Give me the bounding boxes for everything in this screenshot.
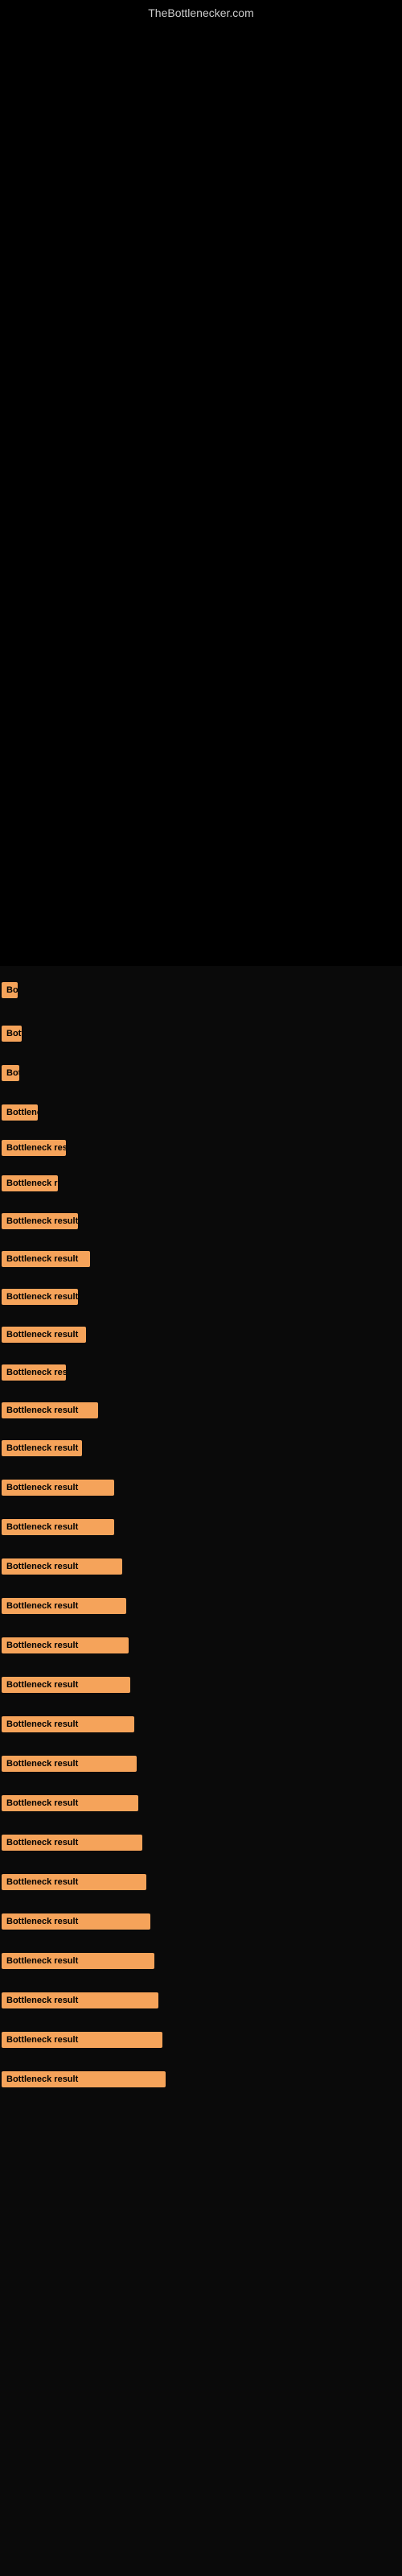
result-item: Bottleneck result <box>0 1026 402 1049</box>
bottleneck-result-badge[interactable]: Bottleneck result <box>2 2032 162 2048</box>
bottleneck-result-badge[interactable]: Bottleneck result <box>2 1104 38 1121</box>
bottleneck-result-badge[interactable]: Bottleneck result <box>2 1637 129 1653</box>
bottleneck-result-badge[interactable]: Bottleneck result <box>2 2071 166 2087</box>
bottleneck-result-badge[interactable]: Bottleneck result <box>2 1065 19 1081</box>
result-item: Bottleneck result <box>0 1213 402 1236</box>
bottleneck-result-badge[interactable]: Bottleneck result <box>2 1213 78 1229</box>
bottleneck-result-badge[interactable]: Bottleneck result <box>2 1874 146 1890</box>
header-region: TheBottlenecker.com <box>0 0 402 966</box>
bottleneck-result-badge[interactable]: Bottleneck result <box>2 1558 122 1575</box>
bottleneck-result-badge[interactable]: Bottleneck result <box>2 1953 154 1969</box>
result-item: Bottleneck result <box>0 1795 402 1818</box>
bottleneck-result-badge[interactable]: Bottleneck result <box>2 982 18 998</box>
bottleneck-result-badge[interactable]: Bottleneck result <box>2 1026 22 1042</box>
result-item: Bottleneck result <box>0 1598 402 1621</box>
result-item: Bottleneck result <box>0 1364 402 1388</box>
bottleneck-result-badge[interactable]: Bottleneck result <box>2 1251 90 1267</box>
result-item: Bottleneck result <box>0 1874 402 1897</box>
result-item: Bottleneck result <box>0 1440 402 1463</box>
bottleneck-result-badge[interactable]: Bottleneck result <box>2 1175 58 1191</box>
bottleneck-result-badge[interactable]: Bottleneck result <box>2 1795 138 1811</box>
bottleneck-result-badge[interactable]: Bottleneck result <box>2 1913 150 1930</box>
result-item: Bottleneck result <box>0 1065 402 1088</box>
result-item: Bottleneck result <box>0 1716 402 1740</box>
bottleneck-result-badge[interactable]: Bottleneck result <box>2 1519 114 1535</box>
result-item: Bottleneck result <box>0 1953 402 1976</box>
bottleneck-result-badge[interactable]: Bottleneck result <box>2 1364 66 1381</box>
bottleneck-result-badge[interactable]: Bottleneck result <box>2 1440 82 1456</box>
result-item: Bottleneck result <box>0 1756 402 1779</box>
result-item: Bottleneck result <box>0 1289 402 1312</box>
site-title: TheBottlenecker.com <box>148 6 254 19</box>
result-item: Bottleneck result <box>0 1913 402 1937</box>
result-item: Bottleneck result <box>0 1992 402 2016</box>
result-item: Bottleneck result <box>0 2032 402 2055</box>
bottleneck-result-badge[interactable]: Bottleneck result <box>2 1835 142 1851</box>
bottleneck-result-badge[interactable]: Bottleneck result <box>2 1480 114 1496</box>
result-item: Bottleneck result <box>0 1251 402 1274</box>
result-item: Bottleneck result <box>0 1402 402 1426</box>
bottleneck-result-badge[interactable]: Bottleneck result <box>2 1716 134 1732</box>
result-item: Bottleneck result <box>0 982 402 1005</box>
bottleneck-result-badge[interactable]: Bottleneck result <box>2 1598 126 1614</box>
result-item: Bottleneck result <box>0 1558 402 1582</box>
bottleneck-result-badge[interactable]: Bottleneck result <box>2 1327 86 1343</box>
result-item: Bottleneck result <box>0 1140 402 1163</box>
bottleneck-result-badge[interactable]: Bottleneck result <box>2 1140 66 1156</box>
result-item: Bottleneck result <box>0 1637 402 1661</box>
bottleneck-result-badge[interactable]: Bottleneck result <box>2 1992 158 2008</box>
result-item: Bottleneck result <box>0 1175 402 1199</box>
result-item: Bottleneck result <box>0 1327 402 1350</box>
bottleneck-result-badge[interactable]: Bottleneck result <box>2 1677 130 1693</box>
result-item: Bottleneck result <box>0 1104 402 1128</box>
bottleneck-result-badge[interactable]: Bottleneck result <box>2 1289 78 1305</box>
bottleneck-result-badge[interactable]: Bottleneck result <box>2 1756 137 1772</box>
result-item: Bottleneck result <box>0 1835 402 1858</box>
result-item: Bottleneck result <box>0 1519 402 1542</box>
result-item: Bottleneck result <box>0 1677 402 1700</box>
results-container: Bottleneck result Bottleneck result Bottle… <box>0 966 402 2095</box>
bottleneck-result-badge[interactable]: Bottleneck result <box>2 1402 98 1418</box>
result-item: Bottleneck result <box>0 2071 402 2095</box>
result-item: Bottleneck result <box>0 1480 402 1503</box>
